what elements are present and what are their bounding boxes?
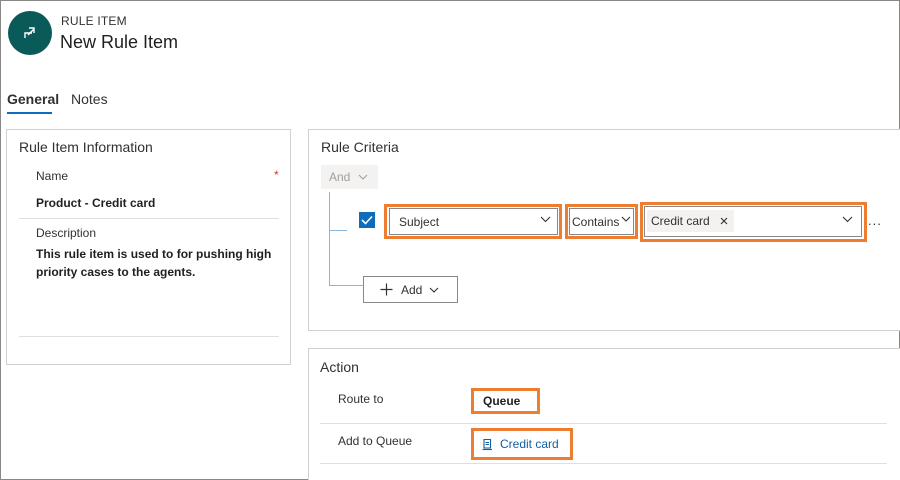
page-title: New Rule Item <box>60 32 179 52</box>
required-indicator: * <box>274 168 279 182</box>
add-to-queue-link[interactable]: Credit card <box>471 428 573 460</box>
divider <box>19 336 279 337</box>
add-to-queue-label: Add to Queue <box>338 434 413 448</box>
more-options-icon[interactable]: ... <box>868 213 882 228</box>
queue-record-icon <box>482 438 492 450</box>
route-to-label: Route to <box>338 392 384 406</box>
chevron-down-icon <box>621 216 631 222</box>
remove-tag-icon[interactable] <box>720 217 728 225</box>
description-line-1[interactable]: This rule item is used to for pushing hi… <box>36 247 271 261</box>
add-button-label: Add <box>401 282 423 297</box>
add-to-queue-value: Credit card <box>500 437 559 451</box>
tree-connector <box>329 192 330 285</box>
divider <box>19 218 279 219</box>
route-arrow-icon <box>24 27 35 38</box>
group-operator-dropdown[interactable]: And <box>321 165 378 189</box>
description-label: Description <box>36 226 97 240</box>
plus-icon <box>380 283 393 296</box>
tab-notes[interactable]: Notes <box>71 91 108 107</box>
condition-operator-value: Contains <box>572 214 620 229</box>
chevron-down-icon <box>429 287 439 293</box>
condition-field-select[interactable]: Subject <box>389 208 558 235</box>
divider <box>320 423 887 424</box>
checkmark-icon <box>361 215 373 225</box>
rule-item-information-title: Rule Item Information <box>19 139 153 155</box>
group-operator-label: And <box>329 170 351 184</box>
route-to-value-text: Queue <box>483 394 521 408</box>
condition-checkbox[interactable] <box>359 212 375 228</box>
name-value[interactable]: Product - Credit card <box>36 196 155 210</box>
rule-item-avatar <box>8 11 52 55</box>
condition-field-value: Subject <box>399 214 440 229</box>
route-to-value[interactable]: Queue <box>471 388 540 414</box>
condition-value-tag[interactable]: Credit card <box>647 210 734 232</box>
rule-criteria-title: Rule Criteria <box>321 139 399 155</box>
tree-connector <box>329 285 363 286</box>
entity-type-label: RULE ITEM <box>61 14 127 28</box>
selected-tab-indicator <box>7 112 52 114</box>
tab-general[interactable]: General <box>7 91 59 107</box>
divider <box>320 463 887 464</box>
chevron-down-icon <box>842 216 853 223</box>
condition-value-tag-label: Credit card <box>651 214 710 228</box>
description-line-2[interactable]: priority cases to the agents. <box>36 265 195 279</box>
action-section <box>308 348 900 480</box>
chevron-down-icon <box>540 216 551 223</box>
tree-connector <box>329 230 347 231</box>
name-label: Name <box>36 169 69 183</box>
action-title: Action <box>320 359 359 375</box>
add-condition-button[interactable]: Add <box>363 276 458 303</box>
chevron-down-icon <box>358 174 368 180</box>
